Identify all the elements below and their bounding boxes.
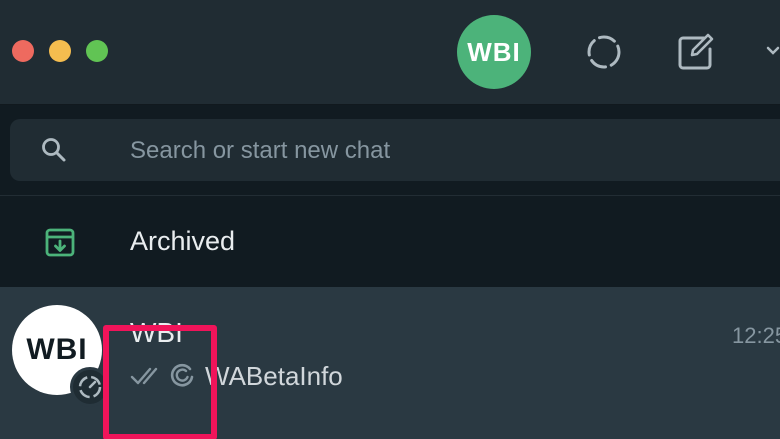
archive-icon <box>45 228 75 257</box>
minimize-window-button[interactable] <box>49 40 71 62</box>
menu-chevron-icon[interactable] <box>766 44 780 58</box>
title-bar: WBI <box>0 0 780 104</box>
zoom-window-button[interactable] <box>86 40 108 62</box>
highlight-annotation-box <box>103 325 217 439</box>
status-icon[interactable] <box>585 33 623 71</box>
chat-last-message: WABetaInfo <box>205 361 343 391</box>
chat-avatar-text: WBI <box>26 333 88 366</box>
whatsapp-window: WBI Search or start new chat Archived WB… <box>0 0 780 439</box>
search-input[interactable]: Search or start new chat <box>10 119 780 181</box>
archived-label: Archived <box>130 226 236 256</box>
new-chat-icon[interactable] <box>677 33 715 71</box>
search-section: Search or start new chat <box>0 105 780 195</box>
chat-time: 12:25 <box>732 323 780 348</box>
close-window-button[interactable] <box>12 40 34 62</box>
archived-chats-row[interactable]: Archived <box>0 195 780 288</box>
profile-avatar-text: WBI <box>467 36 521 67</box>
profile-avatar[interactable]: WBI <box>457 15 531 89</box>
search-icon <box>42 138 66 162</box>
search-placeholder: Search or start new chat <box>130 137 391 164</box>
